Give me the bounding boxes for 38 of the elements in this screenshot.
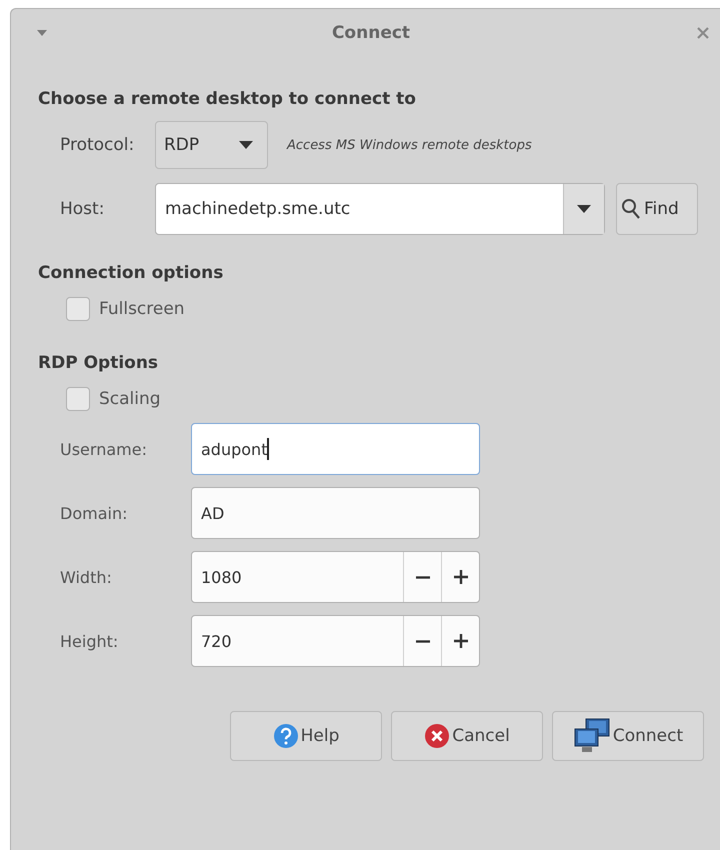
number-field[interactable]: 720 — [191, 615, 480, 667]
text-field[interactable]: AD — [191, 487, 480, 539]
cancel-icon — [424, 723, 450, 749]
number-field[interactable]: 1080 — [191, 551, 480, 603]
text-field[interactable]: adupont — [191, 423, 480, 475]
plus-icon — [452, 569, 468, 585]
connect-button[interactable]: Connect — [552, 711, 704, 761]
window-menu-icon[interactable] — [36, 29, 48, 37]
field-label: Height: — [60, 632, 120, 650]
protocol-description: Access MS Windows remote desktops — [287, 138, 532, 152]
section-heading: Choose a remote desktop to connect to — [38, 89, 417, 109]
window-title: Connect — [332, 23, 410, 43]
checkbox[interactable] — [66, 297, 90, 321]
field-label: Username: — [60, 440, 148, 458]
dropdown-button[interactable] — [563, 184, 604, 234]
host-field[interactable]: machinedetp.sme.utc — [155, 183, 605, 235]
field-label: Protocol: — [60, 135, 136, 155]
section-heading: Connection options — [38, 263, 224, 283]
minus-icon — [414, 640, 430, 642]
checkbox-label: Scaling — [99, 389, 161, 409]
cancel-button[interactable]: Cancel — [391, 711, 543, 761]
minus-icon — [414, 576, 430, 578]
section-heading: RDP Options — [38, 353, 160, 373]
caret-icon — [239, 141, 253, 149]
caret-icon — [577, 205, 591, 213]
help-button[interactable]: Help — [230, 711, 382, 761]
protocol-dropdown[interactable]: RDP — [155, 121, 268, 169]
monitors-icon — [572, 717, 611, 755]
field-label: Host: — [60, 199, 106, 219]
plus-icon — [452, 633, 468, 649]
find-button[interactable]: Find — [616, 183, 698, 235]
close-icon[interactable] — [696, 26, 710, 40]
checkbox-label: Fullscreen — [99, 299, 185, 319]
field-label: Domain: — [60, 504, 128, 522]
search-icon — [621, 198, 641, 220]
field-label: Width: — [60, 568, 113, 586]
checkbox[interactable] — [66, 387, 90, 411]
question-mark-icon — [272, 723, 299, 749]
